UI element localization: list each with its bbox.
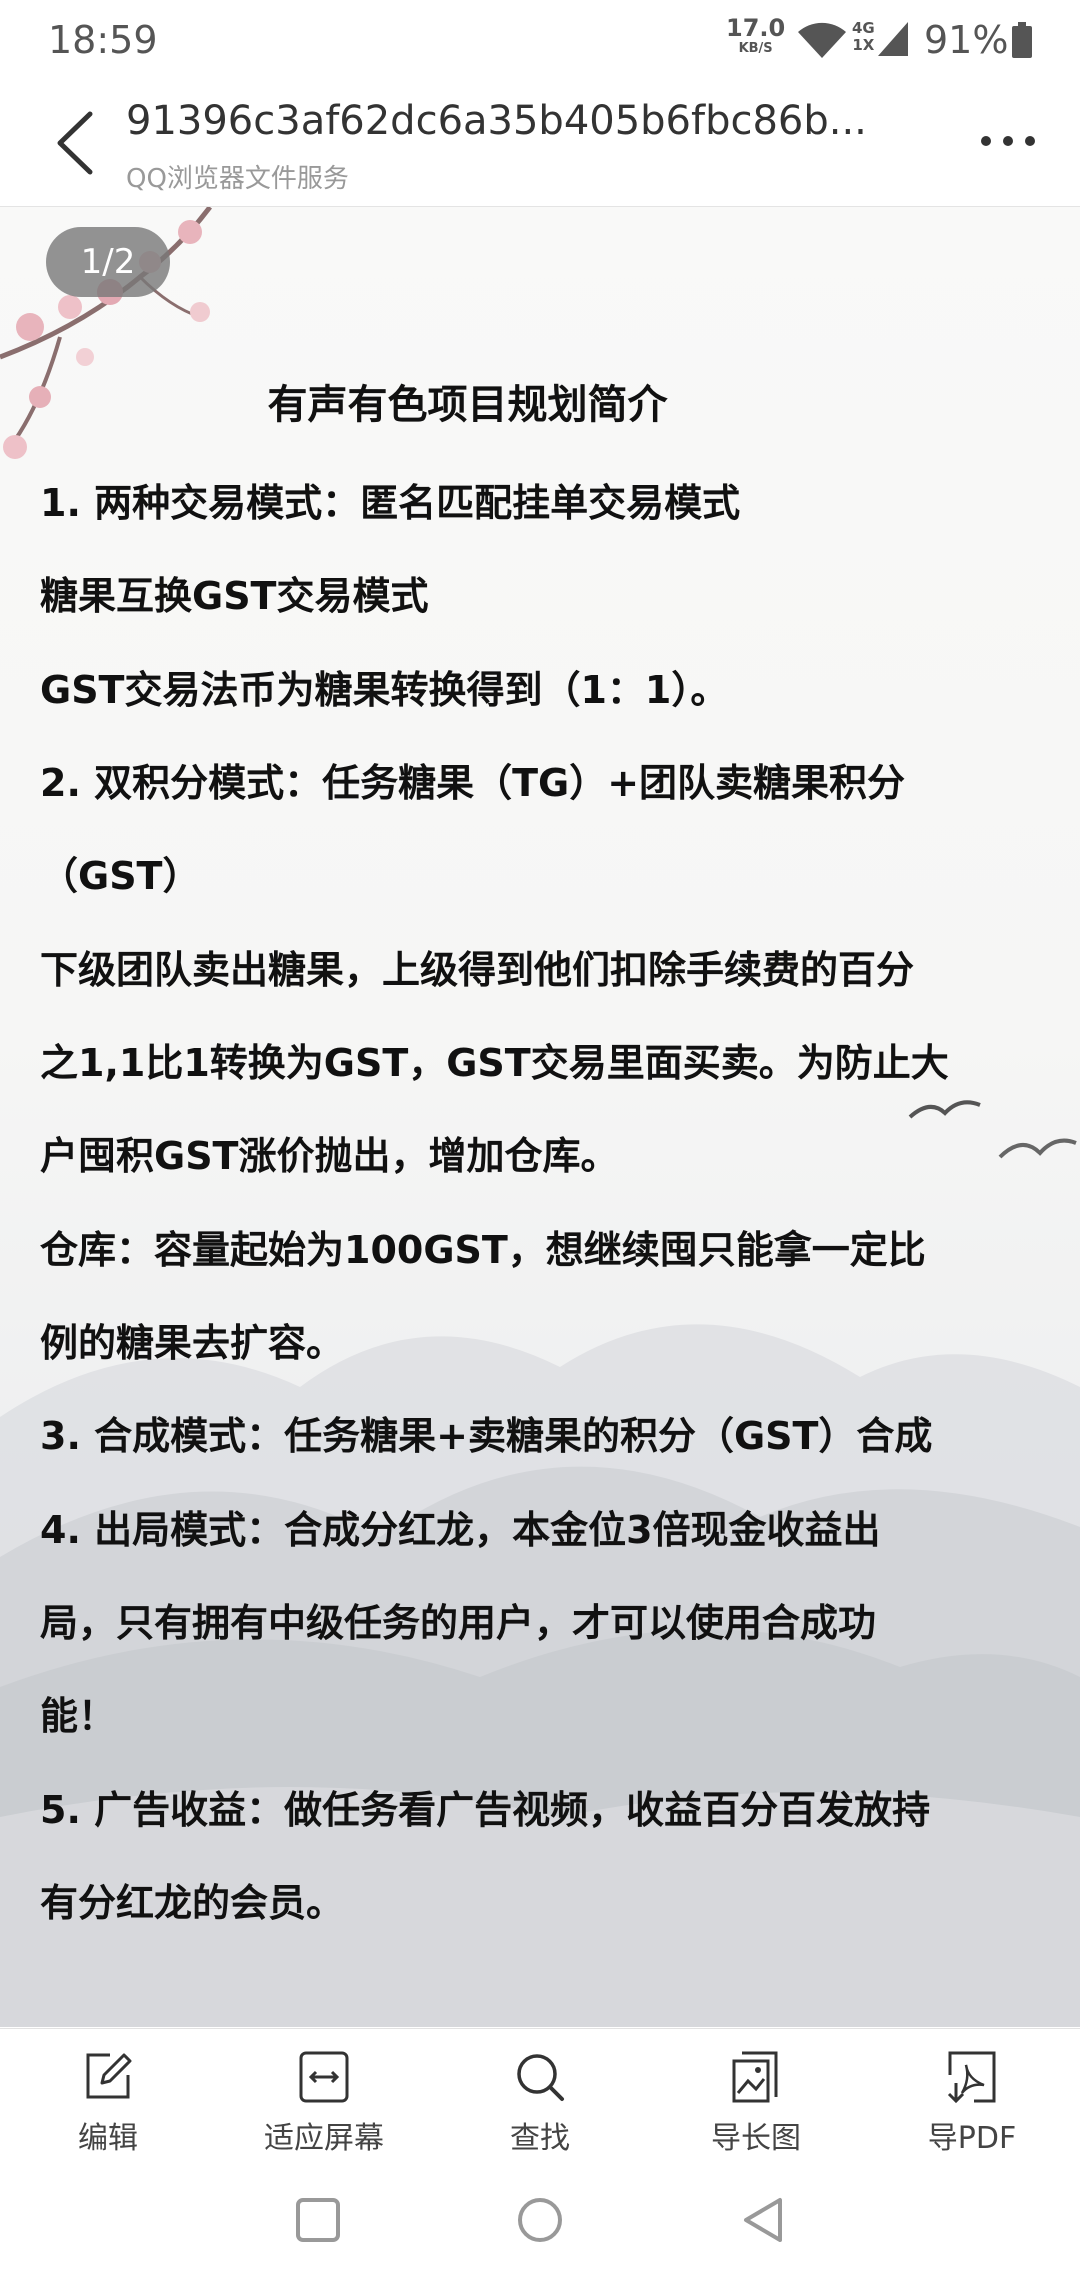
search-icon bbox=[517, 2054, 564, 2101]
system-navigation-bar bbox=[0, 2158, 1080, 2280]
document-line: 例的糖果去扩容。 bbox=[40, 1321, 345, 1365]
export-pdf-label: 导PDF bbox=[927, 2121, 1017, 2156]
document-line: 4. 出局模式：合成分红龙，本金位3倍现金收益出 bbox=[40, 1508, 881, 1552]
app-header: 91396c3af62dc6a35b405b6fbc86b... QQ浏览器文件… bbox=[0, 80, 1080, 207]
fit-screen-label: 适应屏幕 bbox=[264, 2121, 384, 2156]
signal-type-primary: 4G bbox=[852, 19, 875, 37]
battery-icon bbox=[1012, 22, 1032, 58]
document-line: 5. 广告收益：做任务看广告视频，收益百分百发放持 bbox=[40, 1788, 931, 1832]
birds-decoration bbox=[908, 1100, 1077, 1159]
home-icon[interactable] bbox=[512, 2192, 568, 2248]
battery-percentage: 91% bbox=[924, 18, 1009, 62]
document-heading: 有声有色项目规划简介 bbox=[267, 382, 668, 428]
network-speed-value: 17.0 bbox=[726, 14, 786, 42]
fit-screen-button[interactable]: 适应屏幕 bbox=[216, 2039, 432, 2159]
file-service-label: QQ浏览器文件服务 bbox=[126, 164, 349, 194]
document-line: 户囤积GST涨价抛出，增加仓库。 bbox=[40, 1134, 619, 1178]
document-line: 能！ bbox=[40, 1694, 117, 1738]
document-line: 仓库：容量起始为100GST，想继续囤只能拿一定比 bbox=[40, 1228, 926, 1272]
back-nav-icon[interactable] bbox=[736, 2192, 792, 2248]
network-speed-unit: KB/S bbox=[738, 41, 773, 56]
document-line: 3. 合成模式：任务糖果+卖糖果的积分（GST）合成 bbox=[40, 1414, 933, 1458]
document-line: 之1,1比1转换为GST，GST交易里面买卖。为防止大 bbox=[40, 1041, 949, 1085]
document-line: GST交易法币为糖果转换得到（1：1）。 bbox=[40, 668, 729, 712]
recent-apps-icon[interactable] bbox=[290, 2192, 346, 2248]
document-line: （GST） bbox=[40, 854, 201, 898]
document-line: 2. 双积分模式：任务糖果（TG）+团队卖糖果积分 bbox=[40, 761, 906, 805]
page-indicator: 1/2 bbox=[46, 227, 170, 297]
signal-type-secondary: 1X bbox=[852, 36, 875, 54]
status-bar: 18:59 17.0 KB/S 4G 1X 91% bbox=[0, 0, 1080, 80]
bottom-toolbar: 编辑 适应屏幕 查找 导长图 导PDF bbox=[0, 2028, 1080, 2159]
export-pdf-button[interactable]: 导PDF bbox=[864, 2039, 1080, 2159]
fit-screen-icon bbox=[299, 2051, 349, 2103]
edit-button[interactable]: 编辑 bbox=[0, 2039, 216, 2159]
document-line: 1. 两种交易模式：匿名匹配挂单交易模式 bbox=[40, 481, 741, 525]
export-long-image-label: 导长图 bbox=[711, 2121, 801, 2156]
edit-icon bbox=[86, 2053, 132, 2099]
pdf-icon bbox=[947, 2051, 996, 2104]
long-image-icon bbox=[732, 2051, 778, 2103]
cellular-signal-icon bbox=[878, 22, 908, 56]
find-button[interactable]: 查找 bbox=[432, 2039, 648, 2159]
back-arrow-icon[interactable] bbox=[52, 110, 98, 176]
file-title: 91396c3af62dc6a35b405b6fbc86b... bbox=[126, 98, 867, 144]
document-viewer[interactable]: 1/2 有声有色项目规划简介 1. 两种交易模式：匿名匹配挂单交易模式 糖果互换… bbox=[0, 207, 1080, 2027]
document-line: 下级团队卖出糖果，上级得到他们扣除手续费的百分 bbox=[40, 948, 915, 992]
find-label: 查找 bbox=[510, 2121, 570, 2156]
document-line: 局，只有拥有中级任务的用户，才可以使用合成功 bbox=[40, 1601, 877, 1645]
document-line: 糖果互换GST交易模式 bbox=[40, 574, 429, 618]
signal-type: 4G 1X bbox=[852, 20, 875, 54]
status-time: 18:59 bbox=[48, 18, 158, 62]
wifi-icon bbox=[798, 22, 846, 58]
export-long-image-button[interactable]: 导长图 bbox=[648, 2039, 864, 2159]
edit-label: 编辑 bbox=[78, 2121, 138, 2156]
document-line: 有分红龙的会员。 bbox=[40, 1881, 345, 1925]
more-icon[interactable] bbox=[978, 126, 1038, 156]
network-speed: 17.0 KB/S bbox=[726, 16, 785, 55]
